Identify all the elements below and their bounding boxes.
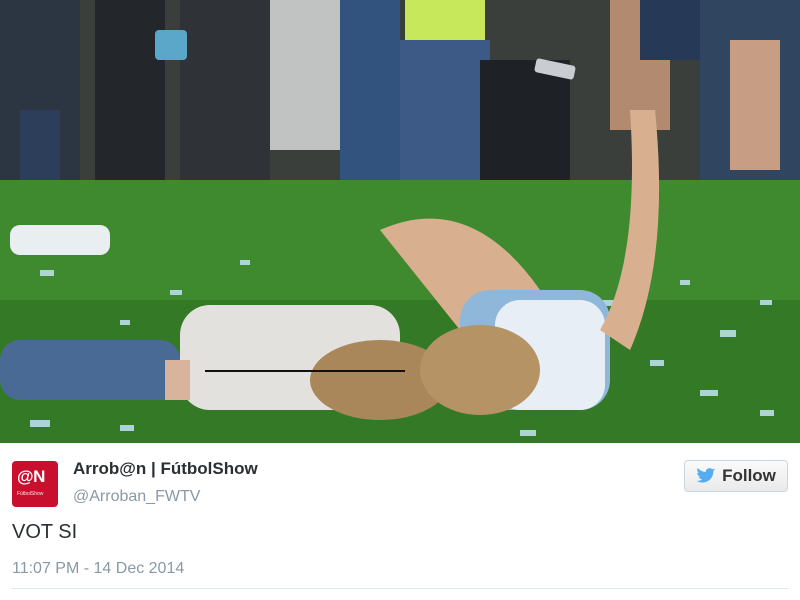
tweet-text: VOT SI	[12, 521, 78, 543]
avatar-logo: @N	[17, 467, 45, 486]
follow-label: Follow	[722, 466, 776, 485]
tweet-photo[interactable]	[0, 0, 800, 443]
user-handle[interactable]: @Arroban_FWTV	[73, 488, 200, 506]
photo-scene	[0, 0, 800, 443]
twitter-bird-icon	[696, 468, 716, 483]
avatar-subtitle: FútbolShow	[17, 491, 44, 497]
divider	[12, 588, 788, 589]
avatar[interactable]: @N FútbolShow	[12, 461, 58, 507]
tweet-card: @N FútbolShow Arrob@n | FútbolShow @Arro…	[0, 443, 800, 600]
follow-button[interactable]: Follow	[684, 460, 788, 492]
tweet-timestamp[interactable]: 11:07 PM - 14 Dec 2014	[12, 560, 184, 578]
display-name[interactable]: Arrob@n | FútbolShow	[73, 459, 258, 479]
